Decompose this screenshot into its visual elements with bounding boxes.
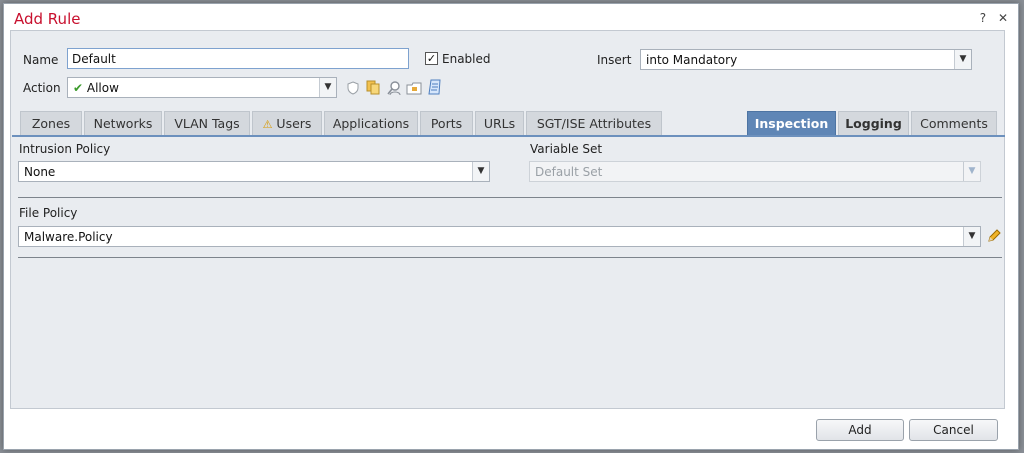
dialog-title: Add Rule [14, 10, 81, 28]
tab-applications[interactable]: Applications [324, 111, 418, 135]
tab-underline [12, 135, 1005, 137]
add-button[interactable]: Add [816, 419, 904, 441]
help-icon[interactable]: ? [980, 11, 986, 25]
title-buttons: ? ✕ [972, 11, 1008, 25]
variable-set-value: Default Set [535, 165, 603, 179]
tab-logging[interactable]: Logging [838, 111, 909, 135]
file-policy-value: Malware.Policy [24, 230, 113, 244]
enabled-label: Enabled [442, 52, 491, 66]
variable-set-select: Default Set ▼ [529, 161, 981, 182]
enabled-checkbox[interactable]: ✓ [425, 52, 438, 65]
intrusion-policy-value: None [24, 165, 56, 179]
warning-icon: ⚠ [262, 118, 273, 131]
rule-tabs: Zones Networks VLAN Tags ⚠ Users Applica… [20, 111, 1004, 136]
copy-icon[interactable] [365, 79, 381, 95]
tab-label: Networks [93, 116, 153, 131]
tab-users[interactable]: ⚠ Users [252, 111, 322, 135]
tab-inspection[interactable]: Inspection [747, 111, 836, 135]
action-value-wrap: ✔ Allow [73, 81, 119, 95]
tab-sgt-ise-attributes[interactable]: SGT/ISE Attributes [526, 111, 662, 135]
insert-value: into Mandatory [646, 53, 738, 67]
tab-label: SGT/ISE Attributes [536, 116, 652, 131]
tab-label: Zones [31, 116, 71, 131]
tab-networks[interactable]: Networks [84, 111, 162, 135]
document-icon[interactable] [427, 79, 443, 95]
folder-icon[interactable] [406, 80, 422, 96]
chevron-down-icon: ▼ [963, 162, 980, 181]
tab-ports[interactable]: Ports [420, 111, 473, 135]
file-policy-select[interactable]: Malware.Policy ▼ [18, 226, 981, 247]
tab-label: Applications [332, 116, 410, 131]
tab-label: Comments [920, 116, 988, 131]
name-label: Name [23, 53, 59, 67]
insert-label: Insert [597, 53, 632, 67]
tab-comments[interactable]: Comments [911, 111, 997, 135]
insert-select[interactable]: into Mandatory ▼ [640, 49, 972, 70]
check-icon: ✔ [73, 81, 84, 95]
user-search-icon[interactable] [386, 80, 402, 96]
chevron-down-icon: ▼ [319, 78, 336, 97]
section-divider [18, 197, 1002, 198]
variable-set-label: Variable Set [530, 142, 603, 156]
section-divider [18, 257, 1002, 258]
tab-label: VLAN Tags [174, 116, 240, 131]
tab-label: Ports [430, 116, 463, 131]
shield-icon[interactable] [345, 80, 361, 96]
file-policy-label: File Policy [19, 206, 78, 220]
action-label: Action [23, 81, 61, 95]
tab-label: URLs [483, 116, 516, 131]
tab-label: Users [276, 116, 312, 131]
tab-label: Logging [845, 116, 902, 131]
intrusion-policy-select[interactable]: None ▼ [18, 161, 490, 182]
tab-zones[interactable]: Zones [20, 111, 82, 135]
tab-urls[interactable]: URLs [475, 111, 524, 135]
action-select[interactable]: ✔ Allow ▼ [67, 77, 337, 98]
close-icon[interactable]: ✕ [998, 11, 1008, 25]
chevron-down-icon: ▼ [963, 227, 980, 246]
chevron-down-icon: ▼ [954, 50, 971, 69]
tab-label: Inspection [754, 116, 829, 131]
edit-pencil-icon[interactable] [986, 228, 1002, 244]
name-input[interactable] [67, 48, 409, 69]
tab-vlan-tags[interactable]: VLAN Tags [164, 111, 250, 135]
action-value: Allow [86, 81, 119, 95]
intrusion-policy-label: Intrusion Policy [19, 142, 111, 156]
cancel-button[interactable]: Cancel [909, 419, 998, 441]
chevron-down-icon: ▼ [472, 162, 489, 181]
